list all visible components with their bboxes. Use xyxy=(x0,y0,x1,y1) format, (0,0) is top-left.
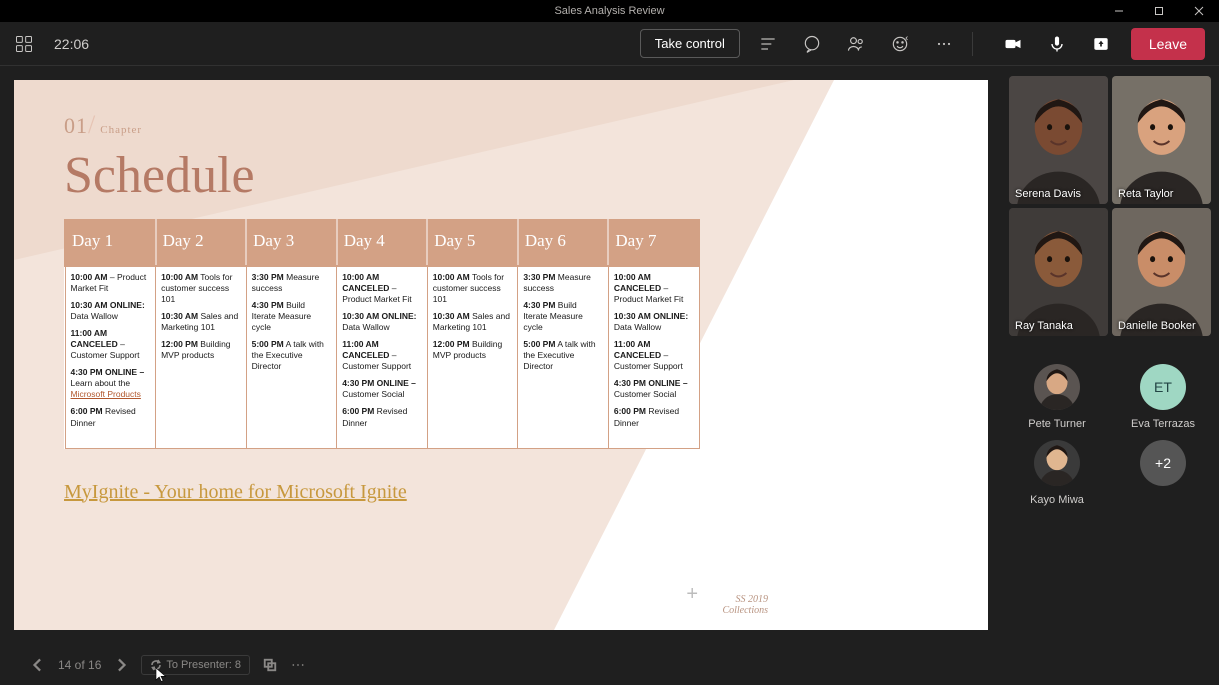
next-slide-button[interactable] xyxy=(107,651,135,679)
day-header: Day 6 xyxy=(518,220,609,266)
schedule-table: Day 1Day 2Day 3Day 4Day 5Day 6Day 7 10:0… xyxy=(64,219,700,449)
prev-slide-button[interactable] xyxy=(24,651,52,679)
video-tile[interactable]: Reta Taylor xyxy=(1112,76,1211,204)
participant-avatar[interactable]: Kayo Miwa xyxy=(1010,440,1104,506)
day-cell: 3:30 PM Measure success4:30 PM Build Ite… xyxy=(246,266,337,448)
participant-avatar[interactable]: Pete Turner xyxy=(1010,364,1104,430)
chat-icon[interactable] xyxy=(796,28,828,60)
summary-icon[interactable] xyxy=(752,28,784,60)
overflow-participants-button[interactable]: +2 xyxy=(1116,440,1210,506)
microphone-icon[interactable] xyxy=(1041,28,1073,60)
day-header: Day 7 xyxy=(608,220,699,266)
call-timer: 22:06 xyxy=(54,36,89,52)
chapter-number: 01 xyxy=(64,113,88,138)
slide-footer: SS 2019 Collections xyxy=(722,594,768,616)
day-cell: 10:00 AM Tools for customer success 1011… xyxy=(427,266,518,448)
slide-title: Schedule xyxy=(64,146,938,205)
window-close-button[interactable] xyxy=(1179,0,1219,22)
participant-video xyxy=(1112,208,1211,336)
video-tile[interactable]: Serena Davis xyxy=(1009,76,1108,204)
presenter-more-icon[interactable] xyxy=(284,651,312,679)
day-header: Day 4 xyxy=(337,220,428,266)
take-control-button[interactable]: Take control xyxy=(640,29,740,58)
day-header: Day 1 xyxy=(65,220,156,266)
participant-name: Pete Turner xyxy=(1028,418,1085,430)
meeting-topbar: 22:06 Take control Leave xyxy=(0,22,1219,66)
day-cell: 10:00 AM CANCELED – Product Market Fit10… xyxy=(337,266,428,448)
participant-name: Reta Taylor xyxy=(1118,188,1173,200)
chapter-indicator: 01/Chapter xyxy=(64,110,938,140)
slide-hyperlink[interactable]: MyIgnite - Your home for Microsoft Ignit… xyxy=(64,481,938,504)
window-title: Sales Analysis Review xyxy=(554,5,664,17)
participants-panel: Serena Davis Reta Taylor Ray Tanaka Daniell… xyxy=(1005,66,1219,685)
window-maximize-button[interactable] xyxy=(1139,0,1179,22)
popout-icon[interactable] xyxy=(256,651,284,679)
participant-video xyxy=(1009,208,1108,336)
participants-icon[interactable] xyxy=(840,28,872,60)
chapter-label: Chapter xyxy=(100,124,142,136)
more-actions-icon[interactable] xyxy=(928,28,960,60)
participant-name: Danielle Booker xyxy=(1118,320,1196,332)
day-header: Day 5 xyxy=(427,220,518,266)
participant-video xyxy=(1009,76,1108,204)
day-cell: 10:00 AM Tools for customer success 1011… xyxy=(156,266,247,448)
camera-icon[interactable] xyxy=(997,28,1029,60)
video-tile[interactable]: Ray Tanaka xyxy=(1009,208,1108,336)
window-minimize-button[interactable] xyxy=(1099,0,1139,22)
participant-avatar[interactable]: ETEva Terrazas xyxy=(1116,364,1210,430)
sync-to-presenter-button[interactable]: To Presenter: 8 xyxy=(141,655,250,675)
toolbar-divider xyxy=(972,32,973,56)
day-header: Day 3 xyxy=(246,220,337,266)
participant-name: Eva Terrazas xyxy=(1131,418,1195,430)
participant-video xyxy=(1112,76,1211,204)
participant-name: Ray Tanaka xyxy=(1015,320,1073,332)
participant-name: Kayo Miwa xyxy=(1030,494,1084,506)
reactions-icon[interactable] xyxy=(884,28,916,60)
share-icon[interactable] xyxy=(1085,28,1117,60)
day-cell: 3:30 PM Measure success4:30 PM Build Ite… xyxy=(518,266,609,448)
slide-counter: 14 of 16 xyxy=(58,658,101,672)
app-grid-icon[interactable] xyxy=(14,34,34,54)
presenter-toolbar: 14 of 16 To Presenter: 8 xyxy=(14,645,1005,685)
leave-button[interactable]: Leave xyxy=(1131,28,1205,60)
video-tile[interactable]: Danielle Booker xyxy=(1112,208,1211,336)
day-cell: 10:00 AM – Product Market Fit10:30 AM ON… xyxy=(65,266,156,448)
crop-mark-icon: + xyxy=(686,583,698,606)
day-cell: 10:00 AM CANCELED – Product Market Fit10… xyxy=(608,266,699,448)
day-header: Day 2 xyxy=(156,220,247,266)
shared-slide: 01/Chapter Schedule Day 1Day 2Day 3Day 4… xyxy=(14,80,988,630)
participant-name: Serena Davis xyxy=(1015,188,1081,200)
window-titlebar: Sales Analysis Review xyxy=(0,0,1219,22)
